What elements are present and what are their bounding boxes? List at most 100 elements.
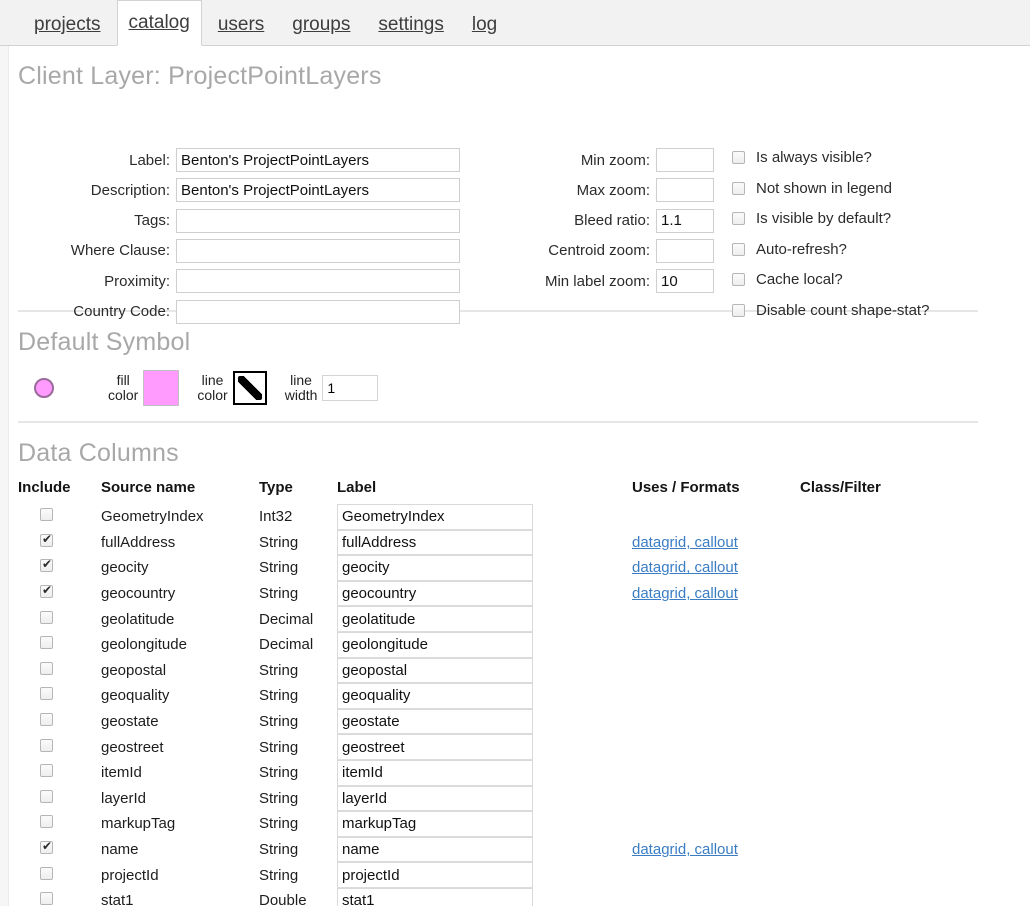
label-input-layerid[interactable] (337, 785, 533, 812)
label-input-geostate[interactable] (337, 708, 533, 735)
input-description[interactable] (176, 178, 460, 203)
input-minlabelzoom[interactable] (656, 269, 714, 294)
type-cell: String (259, 841, 299, 859)
data-columns-header-row: Include Source name Type Label Uses / Format… (18, 476, 1030, 498)
input-centroidzoom[interactable] (656, 238, 714, 263)
include-checkbox-geolongitude[interactable] (40, 636, 53, 650)
checkbox-disable-count-shape-stat[interactable] (732, 304, 745, 317)
field-label: Bleed ratio: (574, 212, 650, 230)
source-name-cell: geolongitude (101, 636, 187, 654)
input-maxzoom[interactable] (656, 178, 714, 203)
label-input-geopostal[interactable] (337, 657, 533, 684)
checkbox-row-disable-count-shape-stat[interactable]: Disable count shape-stat? (732, 302, 929, 319)
include-checkbox-markuptag[interactable] (40, 815, 53, 829)
label-input-geocity[interactable] (337, 555, 533, 581)
label-input-geostreet[interactable] (337, 734, 533, 760)
label-input-fulladdress[interactable] (337, 529, 533, 556)
data-columns-body: GeometryIndex Int32 fullAddress String datag… (18, 504, 1030, 906)
tab-users[interactable]: users (206, 13, 276, 46)
include-checkbox-geoquality[interactable] (40, 687, 53, 701)
checkbox-is-always-visible[interactable] (732, 151, 745, 164)
field-label: Min label zoom: (544, 272, 650, 290)
label-input-name[interactable] (337, 836, 533, 863)
include-checkbox-projectid[interactable] (40, 866, 53, 880)
checkbox-row-cache-local[interactable]: Cache local? (732, 271, 843, 288)
checkbox-row-auto-refresh[interactable]: Auto-refresh? (732, 241, 847, 258)
include-checkbox-layerid[interactable] (40, 789, 53, 803)
uses-formats-link[interactable]: datagrid, callout (632, 559, 738, 576)
label-cell (337, 555, 632, 581)
input-tags[interactable] (176, 208, 460, 233)
table-row: geopostal String (18, 657, 1030, 684)
checkbox-row-is-visible-by-default[interactable]: Is visible by default? (732, 210, 891, 227)
uses-formats-link[interactable]: datagrid, callout (632, 841, 738, 858)
input-countrycode[interactable] (176, 299, 460, 324)
include-checkbox-geometryindex[interactable] (40, 508, 53, 522)
label-input-geoquality[interactable] (337, 683, 533, 709)
line-color-swatch[interactable] (232, 371, 267, 405)
column-header-uses-formats: Uses / Formats (632, 478, 740, 496)
line-width-input[interactable] (322, 375, 379, 401)
label-input-itemid[interactable] (337, 759, 533, 786)
line-width-label-line2: width (284, 387, 318, 403)
source-name-cell: itemId (101, 764, 142, 782)
tab-projects[interactable]: projects (22, 13, 113, 46)
include-checkbox-fulladdress[interactable] (40, 532, 53, 547)
checkbox-row-not-shown-in-legend[interactable]: Not shown in legend (732, 180, 892, 197)
source-name-cell: markupTag (101, 815, 176, 833)
page-content: Client Layer: ProjectPointLayers Label: D… (0, 62, 1030, 906)
label-input-geocountry[interactable] (337, 580, 533, 607)
label-cell (337, 657, 632, 684)
column-header-include: Include (18, 478, 71, 496)
checkbox-label: Is always visible? (756, 149, 872, 166)
type-cell: Decimal (259, 610, 314, 628)
checkbox-cache-local[interactable] (732, 273, 745, 287)
include-checkbox-geocity[interactable] (40, 557, 53, 573)
label-input-geolongitude[interactable] (337, 631, 533, 658)
field-label: Min zoom: (580, 151, 650, 169)
data-columns-table: Include Source name Type Label Uses / Format… (18, 476, 1030, 906)
form-row-centroidzoom: Centroid zoom: (530, 238, 714, 263)
include-checkbox-stat1[interactable] (40, 892, 53, 906)
input-whereclause[interactable] (176, 238, 460, 263)
checkbox-row-is-always-visible[interactable]: Is always visible? (732, 149, 872, 166)
label-cell (337, 606, 632, 632)
include-checkbox-geostate[interactable] (40, 713, 53, 727)
source-name-cell: geolatitude (101, 610, 175, 628)
uses-formats-link[interactable]: datagrid, callout (632, 534, 738, 551)
tab-settings[interactable]: settings (366, 13, 455, 46)
input-bleedratio[interactable] (656, 208, 714, 233)
include-cell (18, 508, 101, 525)
checkbox-is-visible-by-default[interactable] (732, 212, 745, 226)
include-checkbox-geolatitude[interactable] (40, 610, 53, 624)
input-label[interactable] (176, 148, 460, 172)
input-minzoom[interactable] (656, 148, 714, 172)
checkbox-label: Is visible by default? (756, 210, 892, 228)
type-cell: Decimal (259, 636, 314, 654)
fill-color-swatch[interactable] (143, 370, 180, 406)
table-row: GeometryIndex Int32 (18, 504, 1030, 530)
tab-catalog[interactable]: catalog (116, 0, 202, 46)
tab-log[interactable]: log (460, 13, 509, 46)
include-cell (18, 610, 101, 628)
include-checkbox-geocountry[interactable] (40, 583, 53, 599)
type-cell: String (259, 764, 299, 782)
label-input-stat1[interactable] (337, 887, 533, 906)
table-row: geostreet String (18, 734, 1030, 760)
input-proximity[interactable] (176, 269, 460, 294)
type-cell: Int32 (259, 508, 293, 526)
include-checkbox-geopostal[interactable] (40, 661, 53, 675)
include-checkbox-geostreet[interactable] (40, 738, 53, 752)
tab-groups[interactable]: groups (280, 13, 362, 46)
type-cell: String (259, 585, 299, 603)
include-checkbox-name[interactable] (40, 839, 53, 855)
label-input-markuptag[interactable] (337, 811, 533, 837)
uses-formats-link[interactable]: datagrid, callout (632, 585, 738, 602)
checkbox-auto-refresh[interactable] (732, 242, 745, 256)
label-input-geolatitude[interactable] (337, 606, 533, 632)
label-input-projectid[interactable] (337, 862, 533, 888)
include-cell (18, 557, 101, 576)
label-input-geometryindex[interactable] (337, 504, 533, 530)
checkbox-not-shown-in-legend[interactable] (732, 181, 745, 195)
include-checkbox-itemid[interactable] (40, 764, 53, 778)
